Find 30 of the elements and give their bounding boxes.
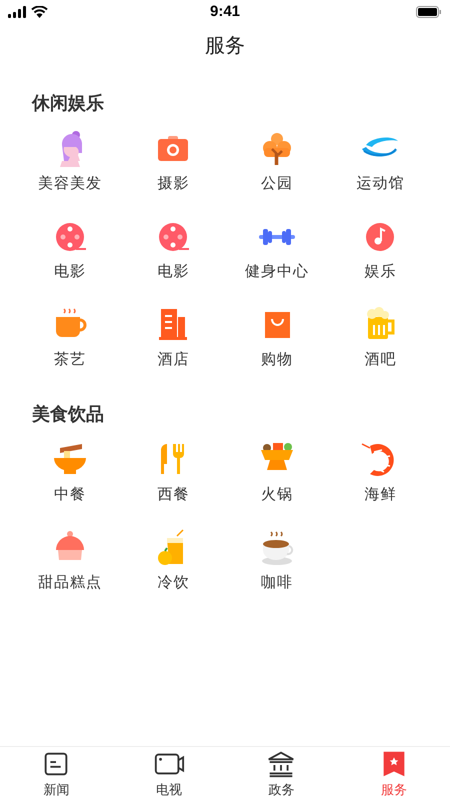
service-label[interactable]: 冷饮	[157, 572, 190, 594]
service-label[interactable]: 茶艺	[54, 349, 86, 372]
page-title: 服务	[205, 34, 245, 59]
status-time: 9:41	[210, 2, 240, 22]
service-label[interactable]: 电影	[157, 261, 190, 284]
service-label[interactable]: 摄影	[157, 173, 190, 196]
tab-button[interactable]: 新闻	[0, 747, 112, 800]
battery-icon	[416, 6, 442, 18]
service-label[interactable]: 健身中心	[244, 261, 309, 284]
section-title: 休闲娱乐	[30, 92, 105, 115]
service-label[interactable]: 娱乐	[364, 261, 396, 284]
signal-icon	[8, 6, 27, 18]
service-label[interactable]: 甜品糕点	[38, 572, 102, 594]
service-label[interactable]: 电影	[54, 261, 86, 284]
tab-button[interactable]: 政务	[225, 747, 338, 800]
service-label[interactable]: 海鲜	[364, 484, 396, 506]
tab-button[interactable]: 电视	[112, 747, 225, 800]
service-label[interactable]: 公园	[260, 173, 293, 196]
service-label[interactable]: 酒店	[157, 349, 190, 372]
service-label[interactable]: 中餐	[54, 484, 86, 506]
service-label[interactable]: 运动馆	[356, 173, 404, 196]
section-title: 美食饮品	[30, 403, 105, 426]
service-label[interactable]: 美容美发	[38, 173, 102, 196]
service-label[interactable]: 购物	[260, 349, 293, 372]
service-label[interactable]: 酒吧	[364, 349, 396, 372]
service-label[interactable]: 咖啡	[260, 572, 293, 594]
tab-button[interactable]: 服务	[338, 747, 450, 800]
wifi-icon	[31, 6, 48, 18]
service-label[interactable]: 火锅	[260, 484, 293, 506]
service-label[interactable]: 西餐	[157, 484, 190, 506]
